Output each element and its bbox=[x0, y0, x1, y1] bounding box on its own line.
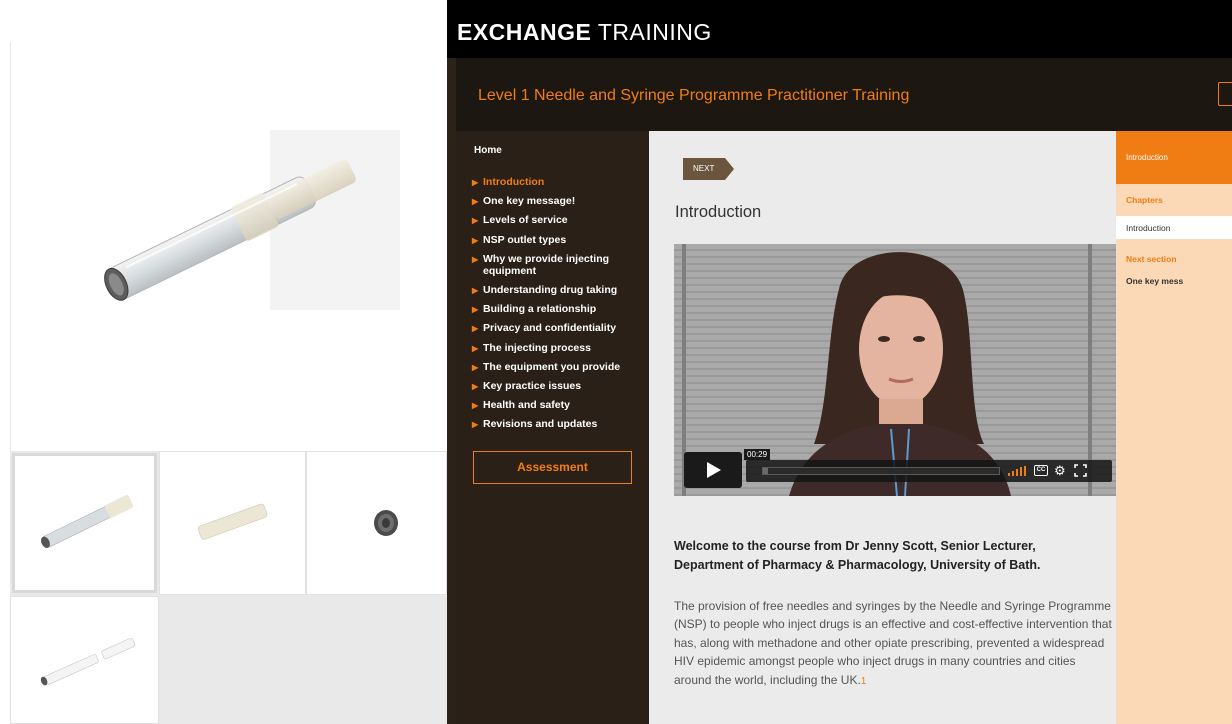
nav-item-label: Key practice issues bbox=[483, 379, 582, 392]
nav-arrow-icon: ▶ bbox=[472, 381, 479, 391]
course-navigation: Home ▶ Introduction ▶ One key message! ▶ Leve… bbox=[456, 131, 649, 724]
product-thumbnail-image bbox=[40, 637, 136, 686]
video-progress-bar[interactable] bbox=[762, 467, 1000, 475]
window-frame bbox=[1088, 244, 1092, 496]
nav-item[interactable]: ▶ Introduction bbox=[472, 176, 647, 188]
brand-logo: EXCHANGE TRAINING bbox=[457, 19, 712, 45]
product-main-image bbox=[60, 130, 400, 330]
thumbnail-2[interactable] bbox=[159, 451, 306, 595]
video-progress-fill bbox=[763, 468, 768, 474]
product-thumbnail-image bbox=[197, 503, 268, 540]
nav-arrow-icon: ▶ bbox=[472, 178, 479, 187]
brand-bar: EXCHANGE TRAINING bbox=[447, 0, 1232, 58]
chapter-list: ▶ Introduction ▶ One key message! ▶ Levels of… bbox=[472, 176, 647, 437]
nav-item-label: Understanding drug taking bbox=[483, 283, 618, 296]
thumbnail-4[interactable] bbox=[10, 596, 159, 724]
nav-item-label: Building a relationship bbox=[483, 303, 597, 316]
nav-item[interactable]: ▶ NSP outlet types bbox=[472, 234, 647, 246]
section-title: Introduction bbox=[675, 203, 762, 221]
nav-item[interactable]: ▶ One key message! bbox=[472, 195, 647, 207]
nav-item-label: NSP outlet types bbox=[483, 233, 567, 246]
nav-item-label: Introduction bbox=[483, 176, 545, 188]
nav-arrow-icon: ▶ bbox=[472, 197, 479, 207]
video-time: 00:29 bbox=[744, 449, 771, 460]
chapter-side-panel: Introduction Chapters Introduction Next … bbox=[1116, 131, 1232, 724]
header-menu-button[interactable] bbox=[1218, 82, 1232, 106]
chapters-heading: Chapters bbox=[1126, 195, 1163, 205]
nav-item[interactable]: ▶ Privacy and confidentiality bbox=[472, 322, 647, 334]
fullscreen-icon[interactable] bbox=[1074, 464, 1087, 477]
nav-item[interactable]: ▶ Revisions and updates bbox=[472, 418, 647, 430]
welcome-text: Welcome to the course from Dr Jenny Scot… bbox=[674, 539, 1041, 572]
exchange-training-app: EXCHANGE TRAINING Level 1 Needle and Syr… bbox=[447, 0, 1232, 724]
nav-arrow-icon: ▶ bbox=[472, 343, 479, 353]
nav-item[interactable]: ▶ The equipment you provide bbox=[472, 361, 647, 373]
nav-item-label: One key message! bbox=[483, 195, 576, 208]
nav-arrow-icon: ▶ bbox=[472, 362, 479, 372]
presenter-video-frame bbox=[789, 252, 1011, 496]
main-content: NEXT Introduction 00:29 CC ⚙ Welcome to … bbox=[649, 131, 1120, 724]
product-thumbnail-image bbox=[40, 495, 134, 548]
side-panel-title: Introduction bbox=[1126, 153, 1168, 162]
nav-item[interactable]: ▶ Understanding drug taking bbox=[472, 284, 647, 296]
body-text: The provision of free needles and syring… bbox=[674, 599, 1112, 687]
next-section-link[interactable]: One key mess bbox=[1126, 276, 1183, 286]
nav-arrow-icon: ▶ bbox=[472, 235, 479, 245]
nav-item-label: Privacy and confidentiality bbox=[483, 322, 617, 335]
product-thumbnail-image bbox=[374, 510, 398, 536]
course-title: Level 1 Needle and Syringe Programme Pra… bbox=[478, 87, 910, 104]
nav-item-label: The equipment you provide bbox=[483, 360, 621, 373]
footnote-link[interactable]: 1 bbox=[861, 676, 867, 687]
play-button[interactable] bbox=[684, 452, 742, 488]
nav-arrow-icon: ▶ bbox=[472, 216, 479, 226]
nav-arrow-icon: ▶ bbox=[472, 420, 479, 430]
nav-item-label: The injecting process bbox=[483, 341, 591, 354]
next-button[interactable]: NEXT bbox=[683, 158, 734, 180]
nav-item[interactable]: ▶ Why we provide injecting equipment bbox=[472, 253, 647, 277]
current-chapter-label: Introduction bbox=[1126, 223, 1171, 233]
thumbnail-3[interactable] bbox=[306, 451, 447, 595]
volume-icon[interactable] bbox=[1008, 466, 1026, 476]
nav-arrow-icon: ▶ bbox=[472, 254, 479, 264]
side-panel-header: Introduction bbox=[1116, 131, 1232, 184]
divider bbox=[10, 42, 11, 452]
current-chapter-item[interactable]: Introduction bbox=[1116, 216, 1232, 239]
nav-item-label: Revisions and updates bbox=[483, 418, 598, 431]
nav-arrow-icon: ▶ bbox=[472, 285, 479, 295]
nav-item-label: Levels of service bbox=[483, 214, 568, 227]
next-section-heading: Next section bbox=[1126, 254, 1177, 264]
nav-arrow-icon: ▶ bbox=[472, 324, 479, 334]
course-header: Level 1 Needle and Syringe Programme Pra… bbox=[456, 58, 1232, 131]
nav-item[interactable]: ▶ The injecting process bbox=[472, 342, 647, 354]
nav-item-label: Health and safety bbox=[483, 399, 570, 412]
nav-item[interactable]: ▶ Health and safety bbox=[472, 399, 647, 411]
closed-captions-icon[interactable]: CC bbox=[1034, 465, 1048, 476]
nav-item[interactable]: ▶ Levels of service bbox=[472, 214, 647, 226]
nav-arrow-icon: ▶ bbox=[472, 401, 479, 411]
nav-home-link[interactable]: Home bbox=[474, 145, 502, 156]
video-player[interactable]: 00:29 CC ⚙ bbox=[674, 244, 1120, 496]
body-paragraph: The provision of free needles and syring… bbox=[674, 597, 1112, 691]
nav-item-label: Why we provide injecting equipment bbox=[483, 252, 610, 277]
thumbnail-1[interactable] bbox=[12, 453, 157, 593]
nav-item[interactable]: ▶ Key practice issues bbox=[472, 380, 647, 392]
product-gallery bbox=[0, 0, 447, 724]
nav-item[interactable]: ▶ Building a relationship bbox=[472, 303, 647, 315]
nav-arrow-icon: ▶ bbox=[472, 305, 479, 315]
gear-icon[interactable]: ⚙ bbox=[1054, 463, 1066, 478]
video-controls: CC ⚙ bbox=[746, 460, 1112, 482]
assessment-button[interactable]: Assessment bbox=[473, 451, 632, 484]
